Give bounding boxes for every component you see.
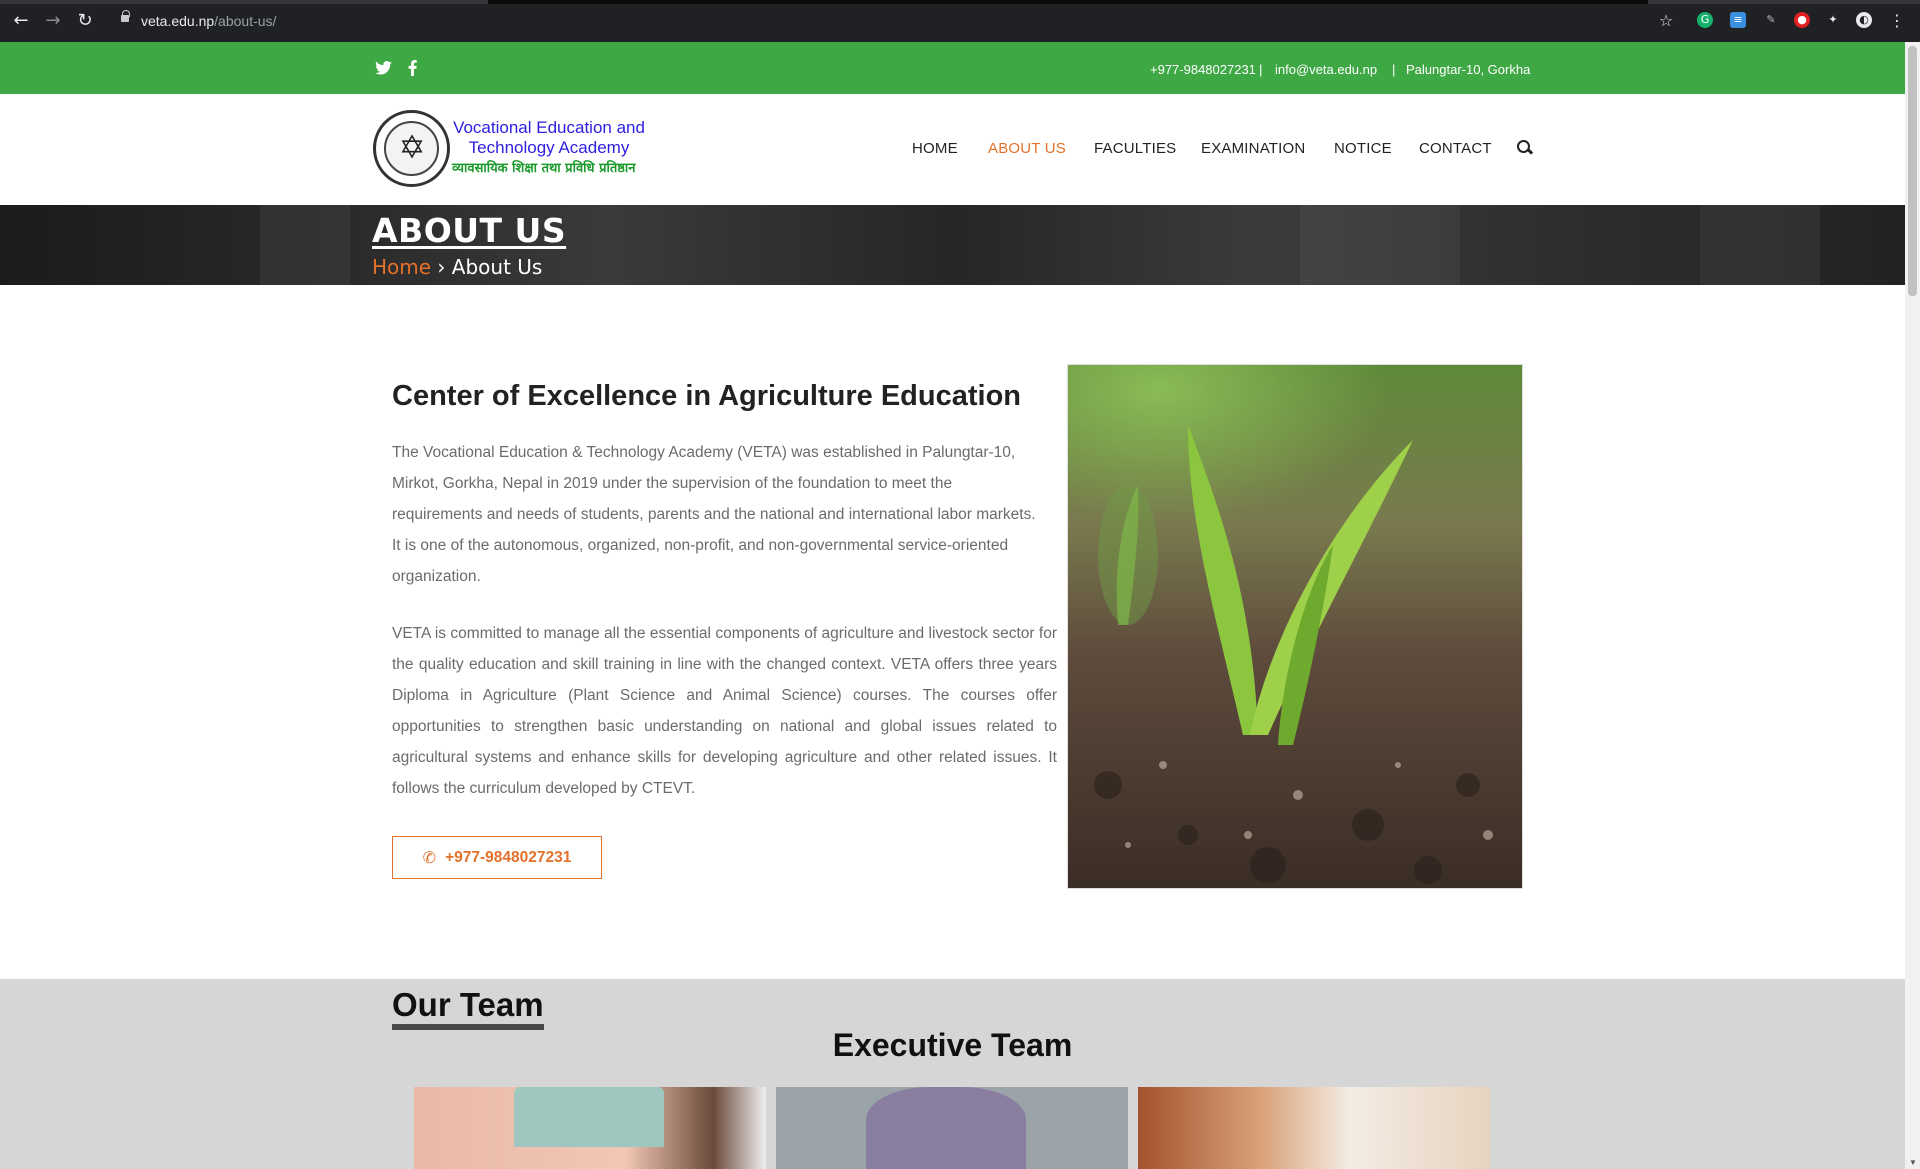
- executive-team-title: Executive Team: [832, 1027, 1073, 1063]
- extensions-puzzle-icon[interactable]: ✦: [1825, 12, 1841, 28]
- url-path: /about-us/: [214, 13, 277, 29]
- site-header: ✡ Vocational Education and Technology Ac…: [0, 94, 1905, 205]
- active-tab-edge: [488, 0, 1648, 4]
- topbar-address: Palungtar-10, Gorkha: [1406, 62, 1531, 77]
- team-section: Our Team Executive Team: [0, 979, 1905, 1169]
- bookmark-star-icon[interactable]: ☆: [1655, 10, 1677, 32]
- seedling-illustration: [1068, 365, 1522, 888]
- about-paragraph-1: The Vocational Education & Technology Ac…: [392, 444, 1036, 585]
- breadcrumb: Home › About Us: [372, 255, 542, 279]
- nav-notice[interactable]: NOTICE: [1334, 140, 1392, 157]
- team-member-photo[interactable]: [776, 1087, 1128, 1169]
- logo-subtitle[interactable]: व्यावसायिक शिक्षा तथा प्रविधि प्रतिष्ठान: [452, 158, 635, 176]
- banner-texture: [260, 205, 350, 285]
- topbar-phone[interactable]: +977-9848027231: [1150, 62, 1256, 77]
- forward-icon[interactable]: →: [42, 10, 64, 32]
- logo-title[interactable]: Vocational Education and Technology Acad…: [444, 118, 654, 158]
- phone-icon: ✆: [422, 848, 437, 867]
- address-bar[interactable]: [108, 8, 1688, 35]
- banner-texture: [1300, 205, 1460, 285]
- seedling-photo: [1067, 364, 1523, 889]
- about-paragraph-2: VETA is committed to manage all the esse…: [392, 625, 1057, 797]
- nav-contact[interactable]: CONTACT: [1419, 140, 1492, 157]
- nav-examination[interactable]: EXAMINATION: [1201, 140, 1305, 157]
- topbar-email[interactable]: info@veta.edu.np: [1275, 62, 1377, 77]
- about-heading: Center of Excellence in Agriculture Educ…: [392, 380, 1022, 412]
- url-host: veta.edu.np: [141, 13, 215, 29]
- page-banner: ABOUT US Home › About Us: [0, 205, 1905, 285]
- team-member-photo[interactable]: [1138, 1087, 1490, 1169]
- scrollbar-thumb[interactable]: [1908, 46, 1917, 296]
- nav-about-us[interactable]: ABOUT US: [988, 140, 1066, 157]
- lock-icon[interactable]: [121, 10, 130, 22]
- logo-star-icon: ✡: [398, 128, 426, 166]
- nav-faculties[interactable]: FACULTIES: [1094, 140, 1176, 157]
- team-member-photo[interactable]: [414, 1087, 766, 1169]
- breadcrumb-current: About Us: [451, 255, 543, 279]
- browser-menu-icon[interactable]: ⋮: [1886, 10, 1908, 32]
- translate-extension-icon[interactable]: ≡: [1730, 12, 1746, 28]
- page-scrollbar[interactable]: ▲ ▼: [1905, 42, 1920, 1169]
- url-text[interactable]: veta.edu.np/about-us/: [141, 13, 276, 29]
- scroll-down-icon[interactable]: ▼: [1909, 1158, 1917, 1167]
- team-title: Our Team: [392, 986, 544, 1030]
- banner-texture: [1700, 205, 1820, 285]
- call-button[interactable]: ✆ +977-9848027231: [392, 836, 602, 879]
- nav-home[interactable]: HOME: [912, 140, 958, 157]
- topbar-separator: |: [1259, 62, 1263, 77]
- profile-avatar-icon[interactable]: ◐: [1856, 12, 1872, 28]
- logo-seal-icon[interactable]: ✡: [373, 110, 450, 187]
- browser-toolbar: ← → ↻ veta.edu.np/about-us/ ☆ G ≡ ✎ ● ✦ …: [0, 0, 1920, 42]
- twitter-icon[interactable]: [375, 60, 392, 79]
- grammarly-extension-icon[interactable]: G: [1697, 12, 1713, 28]
- pen-extension-icon[interactable]: ✎: [1763, 12, 1779, 28]
- back-icon[interactable]: ←: [10, 10, 32, 32]
- breadcrumb-home-link[interactable]: Home: [372, 255, 431, 279]
- page-title: ABOUT US: [372, 211, 567, 250]
- search-icon[interactable]: [1517, 140, 1531, 154]
- red-extension-icon[interactable]: ●: [1794, 12, 1810, 28]
- call-button-label: +977-9848027231: [445, 848, 572, 866]
- topi-cap: [514, 1087, 664, 1147]
- topi-cap: [866, 1087, 1026, 1169]
- contact-topbar: +977-9848027231 | info@veta.edu.np | Pal…: [0, 42, 1905, 94]
- topbar-separator: |: [1392, 62, 1396, 77]
- facebook-icon[interactable]: [408, 59, 417, 80]
- reload-icon[interactable]: ↻: [74, 10, 96, 32]
- breadcrumb-separator: ›: [437, 255, 446, 279]
